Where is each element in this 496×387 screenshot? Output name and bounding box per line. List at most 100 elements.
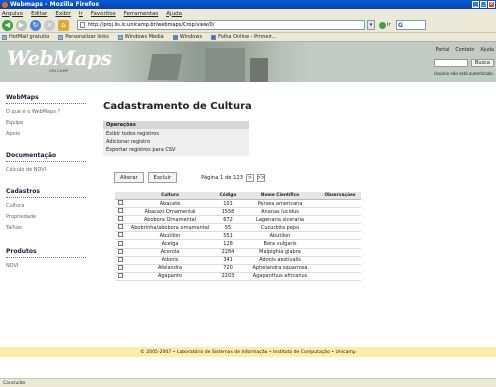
cell-culture: Abobrinha/abobora ornamental (125, 223, 215, 233)
sidebar-title: Cadastros (6, 188, 86, 198)
sidebar-item-support[interactable]: Apoio (6, 129, 86, 140)
cell-code: 128 (215, 239, 241, 249)
cell-notes (319, 264, 361, 273)
select-column-header (115, 192, 125, 200)
cell-culture: Acerola (125, 248, 215, 257)
row-checkbox[interactable] (117, 200, 123, 206)
alter-button[interactable]: Alterar (114, 172, 144, 183)
sidebar-item-ndvi-calc[interactable]: Cálculo do NDVI (6, 165, 86, 176)
op-export-csv[interactable]: Exportar registros para CSV (103, 146, 249, 154)
table-row[interactable]: Abacaxi Ornamental 1558 Ananas lucidus (115, 207, 361, 217)
sidebar-item-about[interactable]: O que é o WebMaps ? (6, 107, 86, 118)
sidebar-item-plot[interactable]: Talhão (6, 223, 86, 234)
cell-culture: Abacate (125, 199, 215, 209)
sidebar-title: Documentação (6, 152, 86, 162)
page-indicator: Página 1 de 123 (201, 174, 244, 181)
menu-edit[interactable]: Editar (31, 11, 47, 17)
reload-icon[interactable]: ↻ (30, 19, 41, 31)
minimize-icon[interactable]: _ (472, 1, 479, 8)
table-row[interactable]: Afelandra 720 Aphelandra squarrosa (115, 264, 361, 273)
delete-button[interactable]: Excluir (147, 172, 178, 183)
menu-bookmarks[interactable]: Favoritos (91, 11, 116, 17)
menu-file[interactable]: Arquivo (2, 11, 23, 17)
close-icon[interactable]: × (488, 1, 495, 8)
status-text: Concluído (3, 380, 26, 386)
navigation-toolbar: ◀ ▶ ↻ × ⌂ http://proj.lis.ic.unicamp.br/… (0, 18, 496, 33)
row-checkbox[interactable] (117, 240, 123, 246)
op-show-all[interactable]: Exibir todos registros (103, 130, 249, 138)
go-button[interactable]: Ir (379, 20, 391, 30)
bookmark-windows[interactable]: Windows (172, 34, 202, 40)
row-checkbox[interactable] (117, 232, 123, 238)
home-icon[interactable]: ⌂ (58, 19, 69, 31)
next-page-button[interactable]: > (246, 173, 255, 182)
site-search-button[interactable]: Busca (470, 59, 494, 67)
sidebar: WebMaps O que é o WebMaps ? Equipe Apoio… (6, 94, 86, 281)
cell-scientific-name: Abutilon (241, 231, 319, 241)
firefox-icon (2, 1, 8, 8)
cell-code: 720 (215, 264, 241, 273)
stop-icon[interactable]: × (44, 19, 55, 31)
cell-notes (319, 256, 361, 265)
row-checkbox[interactable] (117, 216, 123, 222)
link-contact[interactable]: Contato (455, 48, 474, 53)
sidebar-item-team[interactable]: Equipe (6, 118, 86, 129)
table-row[interactable]: Abutilon 551 Abutilon (115, 231, 361, 241)
column-header: Código (215, 192, 241, 200)
row-checkbox[interactable] (117, 272, 123, 278)
cell-code: 55 (215, 223, 241, 233)
row-checkbox[interactable] (117, 256, 123, 262)
link-portal[interactable]: Portal (436, 48, 450, 53)
back-icon[interactable]: ◀ (2, 19, 13, 31)
sidebar-item-ndvi[interactable]: NDVI (6, 261, 86, 272)
table-row[interactable]: Adonis 341 Adonis aestivalis (115, 256, 361, 265)
sidebar-item-culture[interactable]: Cultura (6, 201, 86, 212)
bookmark-personalize[interactable]: Personalizar links (58, 34, 109, 40)
bookmark-icon (58, 34, 64, 40)
menu-view[interactable]: Exibir (55, 11, 71, 17)
table-row[interactable]: Acerola 2284 Malpighia glabra (115, 248, 361, 257)
menu-tools[interactable]: Ferramentas (124, 11, 159, 17)
row-checkbox[interactable] (117, 248, 123, 254)
row-checkbox[interactable] (117, 264, 123, 270)
cell-culture: Acelga (125, 239, 215, 249)
site-search-input[interactable] (433, 59, 468, 67)
operations-title: Operações (103, 121, 249, 129)
site-logo[interactable]: WebMaps (7, 46, 112, 70)
bookmark-folha[interactable]: Folha Online - Primeir... (211, 34, 276, 40)
cell-culture: Adonis (125, 256, 215, 265)
row-checkbox[interactable] (117, 208, 123, 214)
sidebar-section-products: Produtos NDVI (6, 248, 86, 272)
bookmarks-toolbar: HotMail gratuito Personalizar links Wind… (0, 33, 496, 42)
op-add-record[interactable]: Adicionar registro (103, 138, 249, 146)
bookmark-windows-media[interactable]: Windows Media (117, 34, 164, 40)
search-input[interactable]: G (396, 20, 426, 30)
link-help[interactable]: Ajuda (480, 48, 494, 53)
maximize-icon[interactable]: □ (480, 1, 487, 8)
cell-notes (319, 231, 361, 241)
row-checkbox[interactable] (117, 224, 123, 230)
table-row[interactable]: Abobora Ornamental 672 Lagenaria siceraria (115, 215, 361, 225)
table-header-row: Cultura Código Nome Científico Observaçõ… (115, 192, 361, 200)
row-checkbox-cell (115, 223, 125, 233)
operations-box: Operações Exibir todos registros Adicion… (103, 121, 249, 156)
menu-go[interactable]: Ir (79, 11, 83, 17)
page-icon (80, 22, 85, 28)
table-row[interactable]: Acelga 128 Beta vulgaris (115, 239, 361, 249)
table-row[interactable]: Abobrinha/abobora ornamental 55 Cucurbita … (115, 223, 361, 233)
table-row[interactable]: Agapanto 2203 Agapanthus africanus (115, 272, 361, 281)
header-photo (110, 42, 310, 82)
column-header: Observações (319, 192, 361, 200)
cell-code: 101 (215, 199, 241, 209)
address-bar[interactable]: http://proj.lis.ic.unicamp.br/webmaps/Cr… (77, 20, 365, 30)
sidebar-item-property[interactable]: Propriedade (6, 212, 86, 223)
cell-scientific-name: Agapanthus africanus (241, 272, 319, 281)
menu-help[interactable]: Ajuda (166, 11, 182, 17)
table-row[interactable]: Abacate 101 Persea americana (115, 199, 361, 209)
last-page-button[interactable]: >> (257, 173, 265, 182)
forward-icon[interactable]: ▶ (16, 19, 27, 31)
cell-code: 1558 (215, 207, 241, 217)
address-dropdown-icon[interactable]: ▾ (367, 20, 375, 30)
folha-icon (211, 34, 217, 40)
bookmark-hotmail[interactable]: HotMail gratuito (2, 34, 49, 40)
